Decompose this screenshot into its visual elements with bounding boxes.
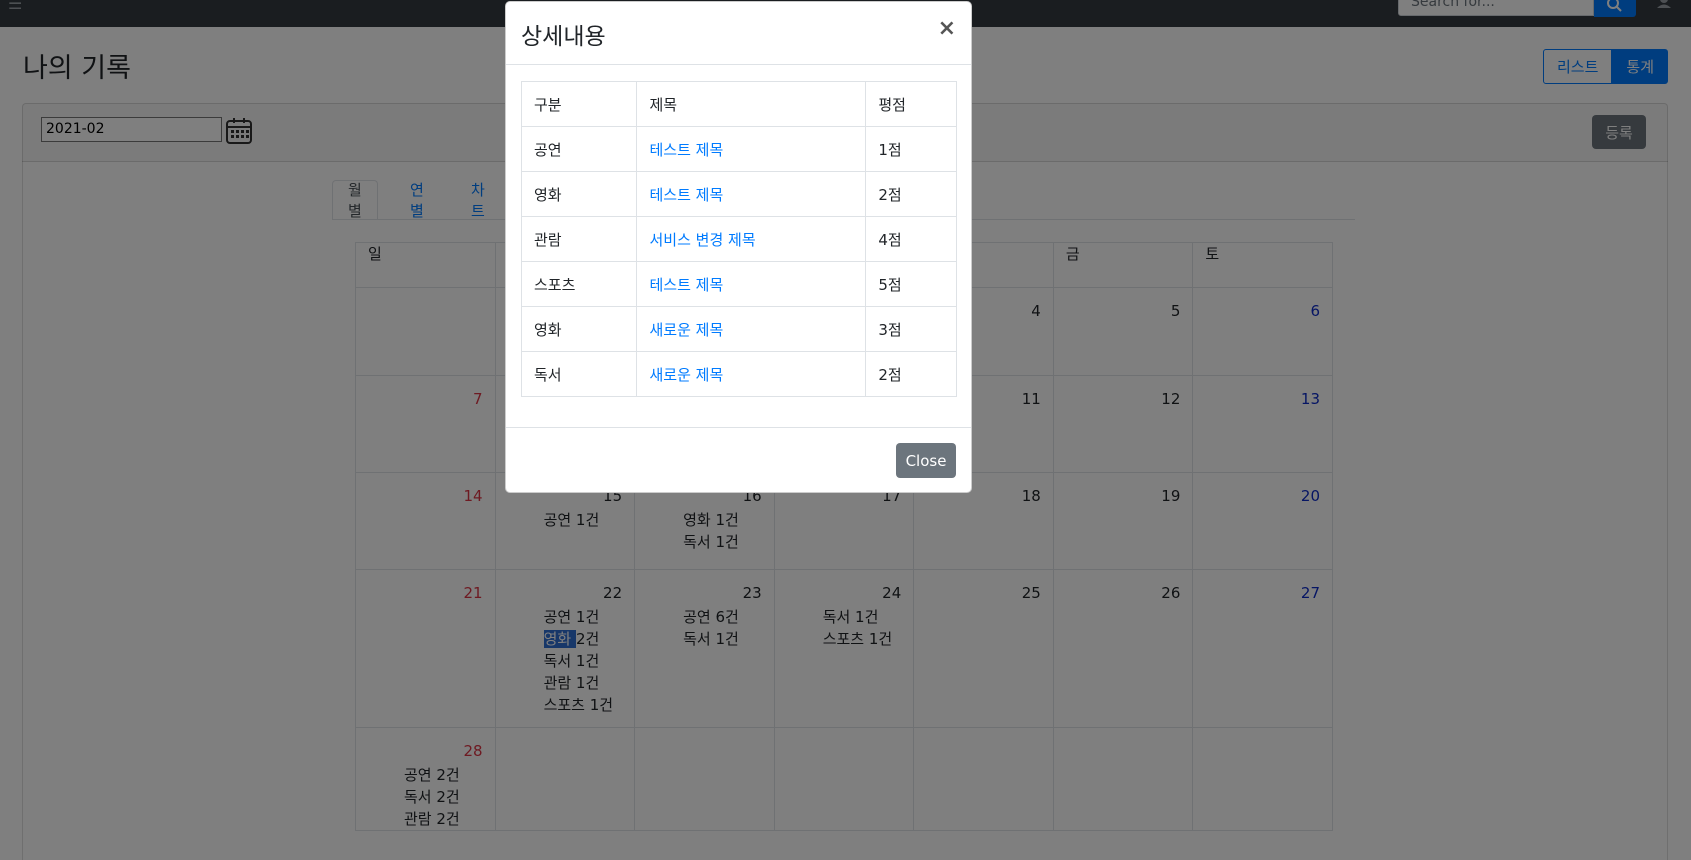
category-cell: 영화 (520, 171, 638, 217)
category-cell: 독서 (520, 351, 638, 397)
column-header-rating: 평점 (865, 81, 957, 127)
title-cell: 새로운 제목 (636, 306, 867, 352)
rating-cell: 3점 (865, 306, 957, 352)
title-link[interactable]: 테스트 제목 (649, 141, 723, 159)
detail-table: 구분 제목 평점 공연 테스트 제목 1점 영화 테스트 제목 2점 관람 서비스 변경 제목… (520, 81, 957, 397)
title-link[interactable]: 테스트 제목 (649, 276, 723, 294)
close-icon[interactable]: × (938, 18, 956, 40)
title-link[interactable]: 테스트 제목 (649, 186, 723, 204)
rating-cell: 1점 (865, 126, 957, 172)
table-row: 영화 새로운 제목 3점 (520, 306, 957, 352)
column-header-category: 구분 (520, 81, 638, 127)
detail-modal: 상세내용 × 구분 제목 평점 공연 테스트 제목 1점 영화 테스트 제목 2점 관람 서비… (505, 1, 972, 493)
table-row: 관람 서비스 변경 제목 4점 (520, 216, 957, 262)
category-cell: 관람 (520, 216, 638, 262)
category-cell: 공연 (520, 126, 638, 172)
column-header-title: 제목 (636, 81, 867, 127)
table-row: 공연 테스트 제목 1점 (520, 126, 957, 172)
title-cell: 새로운 제목 (636, 351, 867, 397)
category-cell: 영화 (520, 306, 638, 352)
rating-cell: 5점 (865, 261, 957, 307)
title-cell: 테스트 제목 (636, 126, 867, 172)
table-row: 독서 새로운 제목 2점 (520, 351, 957, 397)
title-link[interactable]: 새로운 제목 (649, 321, 723, 339)
close-button[interactable]: Close (896, 443, 956, 478)
table-row: 스포츠 테스트 제목 5점 (520, 261, 957, 307)
rating-cell: 2점 (865, 171, 957, 217)
modal-title: 상세내용 (521, 24, 606, 50)
title-link[interactable]: 새로운 제목 (649, 366, 723, 384)
modal-header: 상세내용 × (506, 2, 971, 65)
modal-footer: Close (506, 427, 971, 493)
rating-cell: 2점 (865, 351, 957, 397)
title-link[interactable]: 서비스 변경 제목 (649, 231, 755, 249)
rating-cell: 4점 (865, 216, 957, 262)
category-cell: 스포츠 (520, 261, 638, 307)
title-cell: 테스트 제목 (636, 171, 867, 217)
table-row: 영화 테스트 제목 2점 (520, 171, 957, 217)
title-cell: 서비스 변경 제목 (636, 216, 867, 262)
title-cell: 테스트 제목 (636, 261, 867, 307)
